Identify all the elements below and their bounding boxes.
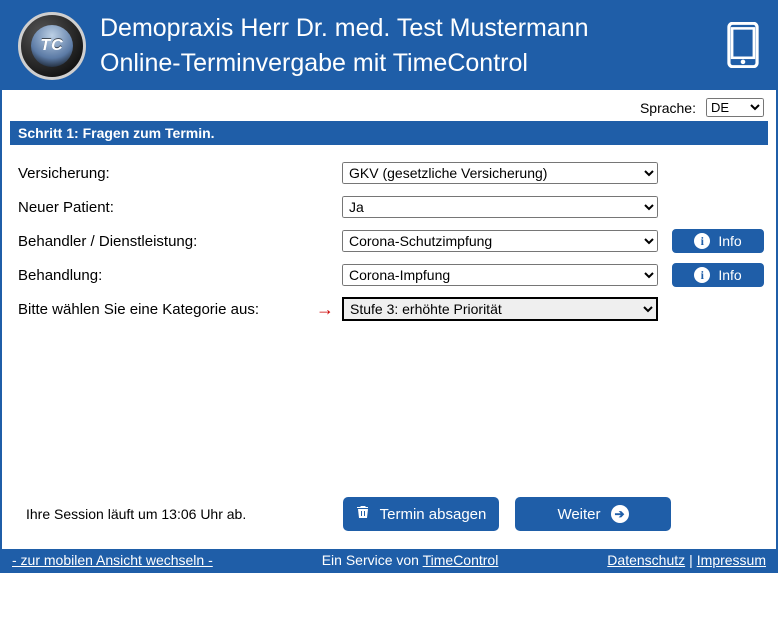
row-practitioner: Behandler / Dienstleistung: → Corona-Sch… [12,229,766,253]
control-insurance: GKV (gesetzliche Versicherung) [342,162,658,184]
label-category: Bitte wählen Sie eine Kategorie aus: [12,301,308,318]
footer-right: Datenschutz|Impressum [607,552,766,568]
select-insurance[interactable]: GKV (gesetzliche Versicherung) [342,162,658,184]
control-practitioner: Corona-Schutzimpfung [342,230,658,252]
tc-logo: TC [18,12,86,80]
timecontrol-link[interactable]: TimeControl [423,552,499,568]
info-icon: i [694,267,710,283]
language-label: Sprache: [640,100,696,116]
info-button-treatment[interactable]: i Info [672,263,764,287]
step-title: Schritt 1: Fragen zum Termin. [10,121,768,145]
select-treatment[interactable]: Corona-Impfung [342,264,658,286]
label-insurance: Versicherung: [12,165,308,182]
form-area: Versicherung: → GKV (gesetzliche Versich… [2,149,776,549]
imprint-link[interactable]: Impressum [697,552,766,568]
action-row: Ihre Session läuft um 13:06 Uhr ab. Term… [12,487,766,549]
arrow-right-icon: → [308,299,342,320]
app-container: TC Demopraxis Herr Dr. med. Test Musterm… [0,0,778,573]
select-category[interactable]: Stufe 3: erhöhte Priorität [342,297,658,321]
select-practitioner[interactable]: Corona-Schutzimpfung [342,230,658,252]
tc-logo-text: TC [31,25,73,67]
after-practitioner: i Info [672,229,764,253]
row-new-patient: Neuer Patient: → Ja [12,195,766,219]
language-row: Sprache: DE [2,90,776,121]
after-treatment: i Info [672,263,764,287]
label-new-patient: Neuer Patient: [12,199,308,216]
label-practitioner: Behandler / Dienstleistung: [12,233,308,250]
service-prefix: Ein Service von [322,552,423,568]
info-label: Info [718,233,741,249]
next-label: Weiter [557,506,600,523]
row-category: Bitte wählen Sie eine Kategorie aus: → S… [12,297,766,321]
form-spacer [12,331,766,487]
footer-center: Ein Service von TimeControl [213,552,608,568]
header-titles: Demopraxis Herr Dr. med. Test Mustermann… [100,14,712,78]
footer: - zur mobilen Ansicht wechseln - Ein Ser… [2,549,776,571]
control-category: Stufe 3: erhöhte Priorität [342,297,658,321]
row-insurance: Versicherung: → GKV (gesetzliche Versich… [12,161,766,185]
main-header: TC Demopraxis Herr Dr. med. Test Musterm… [2,2,776,90]
info-button-practitioner[interactable]: i Info [672,229,764,253]
select-new-patient[interactable]: Ja [342,196,658,218]
footer-left: - zur mobilen Ansicht wechseln - [12,552,213,568]
cancel-appointment-button[interactable]: Termin absagen [343,497,499,531]
info-icon: i [694,233,710,249]
label-treatment: Behandlung: [12,267,308,284]
control-treatment: Corona-Impfung [342,264,658,286]
language-select[interactable]: DE [706,98,764,117]
trash-icon [356,505,370,523]
privacy-link[interactable]: Datenschutz [607,552,685,568]
arrow-right-circle-icon: ➔ [611,505,629,523]
session-expiry-text: Ihre Session läuft um 13:06 Uhr ab. [20,506,343,522]
mobile-icon[interactable] [726,22,760,71]
row-treatment: Behandlung: → Corona-Impfung i Info [12,263,766,287]
control-new-patient: Ja [342,196,658,218]
next-button[interactable]: Weiter ➔ [515,497,671,531]
practice-title: Demopraxis Herr Dr. med. Test Mustermann [100,14,712,43]
info-label: Info [718,267,741,283]
cancel-label: Termin absagen [380,506,487,523]
separator: | [689,552,693,568]
switch-mobile-link[interactable]: - zur mobilen Ansicht wechseln - [12,552,213,568]
service-subtitle: Online-Terminvergabe mit TimeControl [100,49,712,78]
